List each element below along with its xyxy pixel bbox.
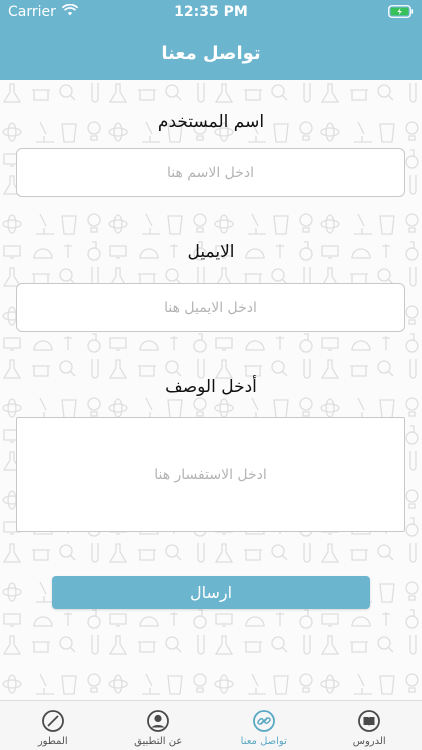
description-label: أدخل الوصف — [165, 377, 257, 397]
username-placeholder: ادخل الاسم هنا — [166, 164, 255, 181]
description-textarea[interactable]: ادخل الاستفسار هنا — [16, 417, 405, 532]
tab-bar: المطور عن التطبيق تواصل معنا الدروس — [0, 700, 422, 750]
email-label: الايميل — [187, 242, 235, 262]
tab-lessons[interactable]: الدروس — [317, 701, 422, 750]
compass-icon — [41, 709, 65, 733]
email-placeholder: ادخل الايميل هنا — [164, 299, 257, 316]
username-input[interactable]: ادخل الاسم هنا — [16, 148, 405, 197]
description-placeholder: ادخل الاستفسار هنا — [154, 466, 267, 483]
tab-developer[interactable]: المطور — [0, 701, 106, 750]
tab-contact[interactable]: تواصل معنا — [211, 701, 317, 750]
contact-screen: Carrier 12:35 PM تواصل معنا اسم المستخدم… — [0, 0, 422, 750]
book-icon — [357, 709, 381, 733]
battery-icon — [388, 5, 414, 22]
tab-lessons-label: الدروس — [352, 736, 386, 747]
tab-developer-label: المطور — [37, 736, 68, 747]
link-icon — [252, 709, 276, 733]
status-bar: Carrier 12:35 PM — [0, 0, 422, 26]
tab-about[interactable]: عن التطبيق — [106, 701, 212, 750]
submit-button[interactable]: ارسال — [52, 576, 370, 609]
email-input[interactable]: ادخل الايميل هنا — [16, 283, 405, 332]
status-time: 12:35 PM — [174, 4, 248, 20]
tab-contact-label: تواصل معنا — [240, 736, 287, 747]
page-title: تواصل معنا — [161, 42, 261, 64]
tab-about-label: عن التطبيق — [134, 736, 183, 747]
navigation-header: تواصل معنا — [0, 26, 422, 80]
user-circle-icon — [146, 709, 170, 733]
contact-form: اسم المستخدم ادخل الاسم هنا الايميل ادخل… — [0, 80, 422, 700]
username-label: اسم المستخدم — [157, 112, 265, 132]
